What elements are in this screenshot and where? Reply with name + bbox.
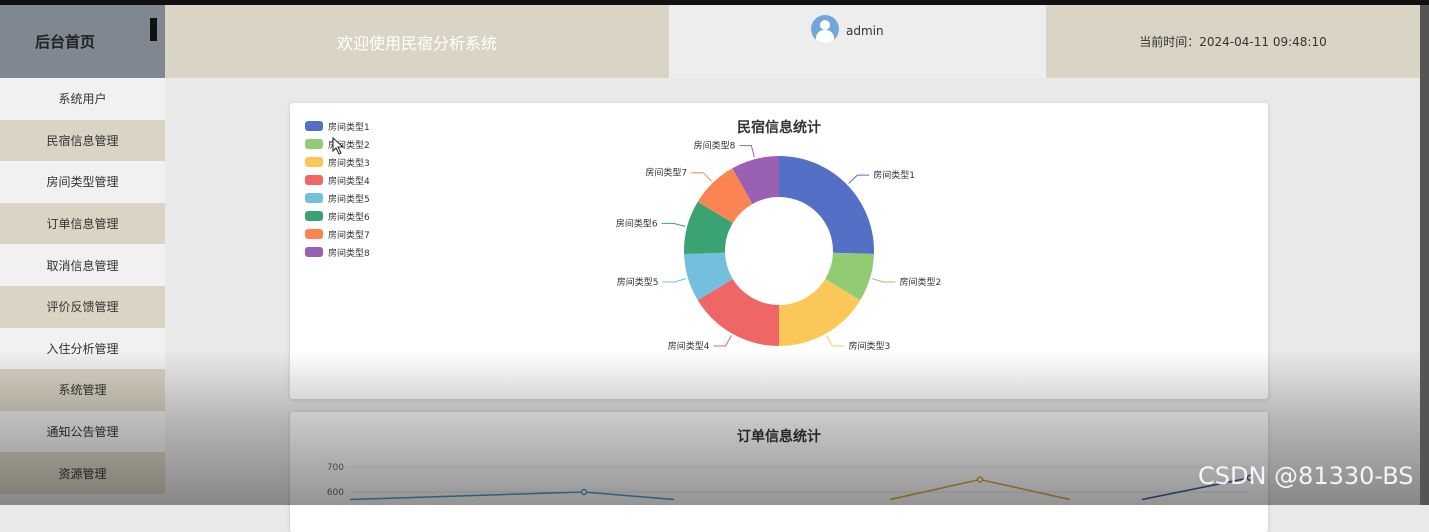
sidebar-item-label: 系统用户	[58, 92, 107, 107]
pie-label: 房间类型1	[873, 169, 915, 181]
y-tick-label: 700	[327, 463, 344, 473]
sidebar-item-feedback[interactable]: 评价反馈管理	[0, 285, 165, 328]
sidebar-item-system-management[interactable]: 系统管理	[0, 369, 165, 411]
sidebar-item-label: 订单信息管理	[46, 217, 119, 232]
pie-label-line	[826, 335, 845, 347]
avatar-icon[interactable]	[811, 15, 839, 43]
sidebar-item-resources[interactable]: 资源管理	[0, 452, 165, 494]
pie-label: 房间类型7	[645, 167, 687, 179]
avatar-body	[816, 30, 834, 43]
sidebar-item-room-types[interactable]: 房间类型管理	[0, 161, 165, 203]
sidebar-item-label: 评价反馈管理	[46, 300, 119, 315]
sidebar-item-label: 系统管理	[58, 383, 107, 398]
pie-label: 房间类型4	[668, 340, 710, 352]
pie-label: 房间类型3	[848, 340, 890, 352]
sidebar-item-cancellations[interactable]: 取消信息管理	[0, 244, 165, 286]
menu-toggle-icon[interactable]	[150, 18, 157, 41]
pie-label-line	[691, 172, 712, 182]
y-tick-label: 600	[327, 488, 344, 498]
sidebar-item-label: 入住分析管理	[46, 341, 119, 356]
pie-label-line	[871, 278, 896, 283]
pie-label: 房间类型5	[617, 276, 659, 288]
mouse-cursor-icon	[332, 137, 345, 155]
pie-label: 房间类型6	[616, 217, 658, 229]
current-time: 当前时间：2024-04-11 09:48:10	[1139, 35, 1327, 49]
brand-title: 后台首页	[35, 33, 96, 51]
pie-label-line	[739, 145, 755, 158]
sidebar-item-checkin-analysis[interactable]: 入住分析管理	[0, 327, 165, 370]
watermark: CSDN @81330-BS	[1198, 462, 1414, 490]
user-panel[interactable]: admin	[669, 5, 1046, 78]
brand-home[interactable]: 后台首页	[0, 5, 165, 78]
line-point[interactable]	[976, 476, 984, 483]
sidebar-item-label: 资源管理	[58, 466, 107, 481]
sidebar-item-label: 民宿信息管理	[46, 133, 119, 148]
current-time-panel: 当前时间：2024-04-11 09:48:10	[1046, 5, 1420, 78]
pie-slice[interactable]	[779, 156, 874, 255]
pie-label-line	[662, 278, 687, 283]
pie-label-line	[848, 174, 870, 184]
pie-chart-card: 民宿信息统计 房间类型1 房间类型2 房间类型3 房间类型4 房间类型5 房间类型6 房间类…	[290, 103, 1268, 399]
pie-label-line	[661, 222, 686, 227]
sidebar-item-label: 取消信息管理	[46, 258, 119, 273]
avatar-head	[820, 20, 830, 30]
sidebar-item-order-info[interactable]: 订单信息管理	[0, 202, 165, 245]
line-point[interactable]	[580, 488, 588, 496]
sidebar-item-announcements[interactable]: 通知公告管理	[0, 410, 165, 453]
pie-label: 房间类型8	[694, 140, 736, 152]
pie-label-line	[713, 335, 732, 347]
pie-chart: 房间类型1 房间类型2 房间类型3 房间类型4 房间类型5 房间类型6 房间类型7 房间类型8	[616, 140, 941, 352]
sidebar-item-label: 通知公告管理	[46, 425, 119, 440]
main-content: 民宿信息统计 房间类型1 房间类型2 房间类型3 房间类型4 房间类型5 房间类型6 房间类…	[165, 78, 1420, 532]
username[interactable]: admin	[846, 24, 884, 38]
line-chart: 600 700	[327, 463, 1254, 501]
sidebar-item-homestay-info[interactable]: 民宿信息管理	[0, 119, 165, 162]
line-chart-card: 订单信息统计 600 700	[290, 412, 1268, 532]
sidebar-item-label: 房间类型管理	[46, 175, 119, 190]
welcome-banner: 欢迎使用民宿分析系统	[165, 5, 669, 78]
sidebar-item-system-users[interactable]: 系统用户	[0, 78, 165, 120]
pie-label: 房间类型2	[899, 276, 941, 288]
scrollbar[interactable]	[1420, 5, 1429, 505]
welcome-text: 欢迎使用民宿分析系统	[336, 33, 497, 53]
sidebar: 系统用户 民宿信息管理 房间类型管理 订单信息管理 取消信息管理 评价反馈管理 …	[0, 78, 165, 505]
line-series	[349, 491, 675, 501]
